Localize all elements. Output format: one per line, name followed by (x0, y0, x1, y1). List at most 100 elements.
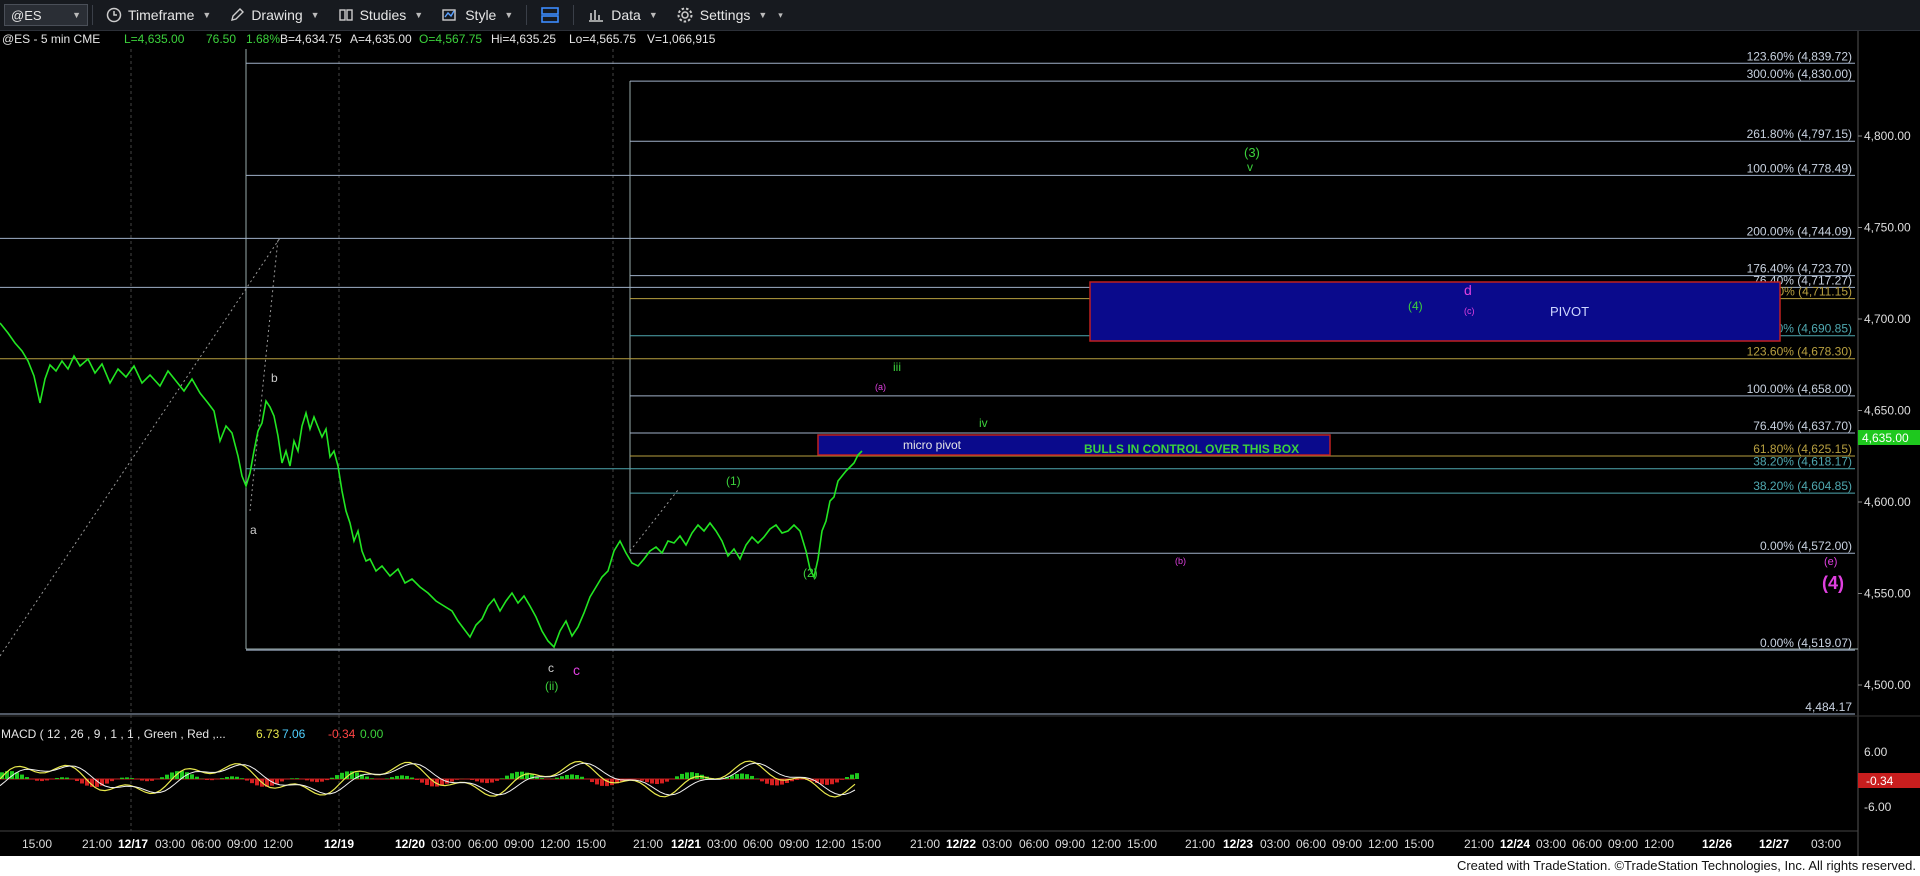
macd-histogram-bar (410, 777, 414, 779)
time-axis-label: 12/17 (118, 837, 148, 851)
time-axis-label: 09:00 (1055, 837, 1085, 851)
style-label: Style (465, 7, 497, 23)
macd-histogram-bar (120, 777, 124, 779)
macd-histogram-bar (820, 779, 824, 785)
timeframe-button[interactable]: Timeframe ▼ (97, 0, 220, 30)
macd-histogram-bar (165, 774, 169, 779)
time-axis-label: 15:00 (1404, 837, 1434, 851)
macd-histogram-bar (220, 778, 224, 779)
macd-histogram-bar (275, 779, 279, 784)
macd-histogram-bar (595, 779, 599, 785)
fib-level-label: 200.00% (4,744.09) (1747, 224, 1852, 238)
time-axis-label: 15:00 (576, 837, 606, 851)
macd-histogram-bar (650, 779, 654, 784)
macd-histogram-bar (850, 774, 854, 779)
fib-level-label: 38.20% (4,618.17) (1753, 455, 1852, 469)
macd-histogram-bar (425, 779, 429, 785)
macd-histogram-bar (190, 774, 194, 779)
studies-icon (338, 9, 353, 21)
time-axis-label: 09:00 (1608, 837, 1638, 851)
macd-histogram-bar (320, 779, 324, 782)
time-axis-label: 12:00 (540, 837, 570, 851)
macd-histogram-bar (490, 779, 494, 783)
low-price: Lo=4,565.75 (569, 32, 636, 46)
footer-bar: Created with TradeStation. ©TradeStation… (0, 856, 1920, 876)
time-axis-label: 12/19 (324, 837, 354, 851)
macd-histogram-bar (110, 779, 114, 782)
bulls-label: BULLS IN CONTROL OVER THIS BOX (1084, 442, 1299, 456)
time-axis-label: 12/22 (946, 837, 976, 851)
macd-histogram-bar (390, 777, 394, 779)
time-axis-label: 15:00 (1127, 837, 1157, 851)
wave-label: (b) (1175, 556, 1186, 566)
macd-histogram-bar (475, 779, 479, 782)
time-axis-label: 12/21 (671, 837, 701, 851)
macd-histogram-bar (160, 777, 164, 779)
pivot-box: PIVOT (1089, 281, 1781, 342)
chart-area[interactable]: @ES - 5 min CME L=4,635.00 76.50 1.68% B… (0, 31, 1920, 856)
settings-label: Settings (699, 7, 751, 23)
macd-histogram-bar (385, 778, 389, 779)
chevron-down-icon: ▼ (202, 10, 212, 20)
wave-label: (ii) (545, 679, 558, 693)
macd-histogram-bar (205, 779, 209, 780)
macd-histogram-bar (745, 774, 749, 779)
time-axis-label: 03:00 (431, 837, 461, 851)
price-axis-label: 4,550.00 (1864, 587, 1911, 601)
macd-histogram-bar (510, 773, 514, 779)
macd-histogram-bar (840, 779, 844, 780)
time-axis-label: 21:00 (910, 837, 940, 851)
drawing-label: Drawing (251, 7, 303, 23)
time-axis-label: 21:00 (633, 837, 663, 851)
macd-histogram-bar (855, 773, 859, 779)
macd-histogram-bar (770, 779, 774, 786)
wave-label: (3) (1244, 145, 1260, 160)
style-button[interactable]: Style ▼ (432, 0, 522, 30)
overflow-icon[interactable]: ▾ (778, 10, 783, 21)
net-change: 76.50 (206, 32, 236, 46)
micro-pivot-label: micro pivot (903, 438, 962, 452)
footer-text: Created with TradeStation. ©TradeStation… (1456, 858, 1916, 873)
macd-histogram-bar (295, 778, 299, 779)
macd-histogram-bar (485, 779, 489, 784)
macd-histogram-bar (760, 779, 764, 782)
macd-histogram-bar (845, 777, 849, 779)
macd-histogram-bar (795, 779, 799, 780)
fib-level-label: 300.00% (4,830.00) (1747, 67, 1852, 81)
fib-level-label: 0.00% (4,572.00) (1760, 539, 1852, 553)
wave-label: c (548, 661, 554, 675)
percent-change: 1.68% (246, 32, 280, 46)
macd-histogram-bar (600, 779, 604, 786)
studies-label: Studies (359, 7, 407, 23)
time-axis-label: 03:00 (1811, 837, 1841, 851)
macd-histogram-bar (645, 779, 649, 783)
macd-histogram-bar (480, 779, 484, 783)
macd-histogram-bar (235, 776, 239, 779)
layout-button[interactable] (531, 0, 569, 30)
time-axis-label: 15:00 (851, 837, 881, 851)
studies-button[interactable]: Studies ▼ (329, 0, 433, 30)
macd-histogram-bar (575, 775, 579, 779)
macd-histogram-bar (660, 779, 664, 784)
data-button[interactable]: Data ▼ (578, 0, 667, 30)
time-axis-label: 03:00 (1260, 837, 1290, 851)
fib-level-label: 38.20% (4,604.85) (1753, 479, 1852, 493)
macd-histogram-bar (570, 774, 574, 779)
settings-button[interactable]: Settings ▼ (667, 0, 777, 30)
time-axis-label: 06:00 (1019, 837, 1049, 851)
fib-level-label: 4,484.17 (1805, 700, 1852, 714)
wave-label: (4) (1408, 299, 1423, 313)
drawing-button[interactable]: Drawing ▼ (220, 0, 328, 30)
macd-histogram-bar (640, 779, 644, 781)
time-axis-label: 12/23 (1223, 837, 1253, 851)
chevron-down-icon: ▼ (504, 10, 514, 20)
toolbar: @ES ▼ Timeframe ▼ Drawing ▼ Studies ▼ Style ▼… (0, 0, 1920, 31)
macd-title: MACD ( 12 , 26 , 9 , 1 , 1 , Green , Red… (1, 727, 226, 741)
macd-histogram-bar (245, 779, 249, 781)
last-price: L=4,635.00 (124, 32, 185, 46)
time-axis-label: 06:00 (191, 837, 221, 851)
macd-histogram-bar (685, 772, 689, 779)
symbol-selector[interactable]: @ES ▼ (4, 4, 88, 26)
time-axis-label: 03:00 (982, 837, 1012, 851)
diff-value: -0.34 (328, 727, 356, 741)
